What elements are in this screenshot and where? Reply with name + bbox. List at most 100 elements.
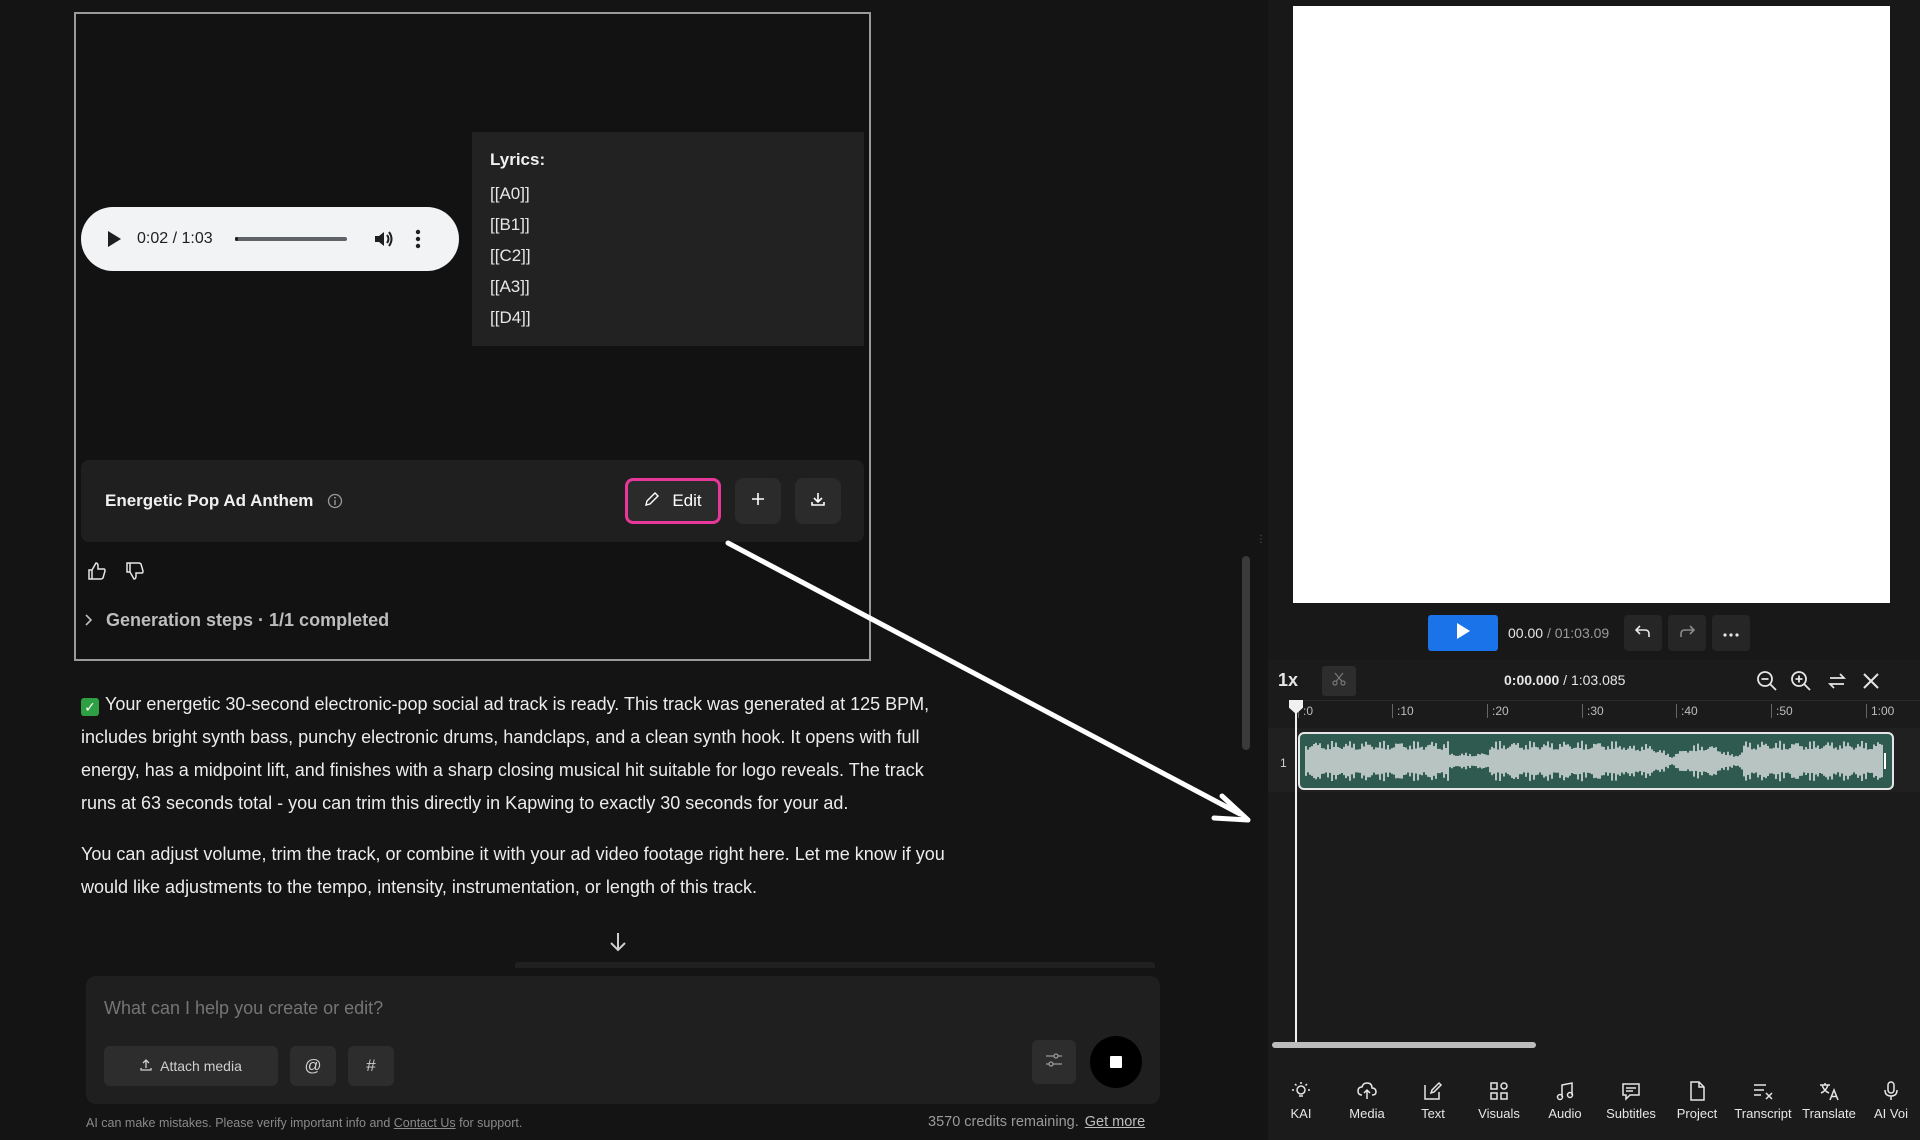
panel-resize-handle[interactable]: ⋮ [1256,534,1266,545]
more-options-button[interactable] [1712,615,1750,651]
transcript-icon [1754,1084,1773,1100]
nav-label: Media [1349,1106,1385,1121]
nav-transcript[interactable]: Transcript [1730,1070,1796,1140]
zoom-in-icon[interactable] [1788,668,1814,694]
timeline-time: 0:00.000 / 1:03.085 [1504,672,1625,688]
volume-icon[interactable] [373,228,395,250]
play-icon [1455,622,1471,645]
shapes-icon [1490,1082,1508,1100]
chevron-right-icon [84,610,94,631]
undo-icon [1634,624,1651,643]
track-title: Energetic Pop Ad Anthem [105,491,314,510]
download-icon [810,491,826,512]
lyric-line: [[B1]] [490,215,530,234]
nav-ai-voice[interactable]: AI Voi [1862,1070,1920,1140]
nav-subtitles[interactable]: Subtitles [1598,1070,1664,1140]
nav-kai[interactable]: KAI [1268,1070,1334,1140]
add-button[interactable] [735,478,781,524]
info-icon[interactable] [327,493,343,509]
swap-icon[interactable] [1824,668,1850,694]
thumbs-up-icon[interactable] [87,561,107,586]
disclaimer-text: AI can make mistakes. Please verify impo… [86,1116,394,1130]
close-icon[interactable] [1858,668,1884,694]
video-editor-panel: 00.00 / 01:03.09 1x 0:00.000 / 1:03.085 … [1268,0,1920,1140]
editor-toolbar: KAI Media Text Visuals Audio Subtitles P… [1268,1070,1920,1140]
track-number: 1 [1280,756,1287,770]
ruler-tick: :40 [1676,704,1698,718]
audio-seek-fill [234,237,238,241]
lightbulb-icon [1292,1082,1310,1097]
chat-panel: 0:02 / 1:03 Lyrics: [[A0]] [[B1]] [[C2]]… [0,0,1268,1140]
ruler-tick: :10 [1392,704,1414,718]
nav-audio[interactable]: Audio [1532,1070,1598,1140]
sliders-icon [1045,1052,1063,1073]
thumbs-down-icon[interactable] [125,561,145,586]
play-icon[interactable] [103,228,125,250]
nav-media[interactable]: Media [1334,1070,1400,1140]
lyric-line: [[A0]] [490,184,530,203]
zoom-out-icon[interactable] [1754,668,1780,694]
ruler-tick: :20 [1487,704,1509,718]
contact-us-link[interactable]: Contact Us [394,1116,456,1130]
ruler-tick: 1:00 [1866,704,1894,718]
disclaimer: AI can make mistakes. Please verify impo… [86,1116,522,1130]
stop-button[interactable] [1090,1036,1142,1088]
document-icon [1690,1081,1705,1101]
nav-label: Subtitles [1606,1106,1656,1121]
canvas-preview[interactable] [1293,6,1890,603]
clip-trim-handle[interactable] [1884,753,1886,769]
message-paragraph: ✓ Your energetic 30-second electronic-pop… [81,688,951,820]
attach-media-button[interactable]: Attach media [104,1046,278,1086]
play-button[interactable] [1428,615,1498,651]
audio-player[interactable]: 0:02 / 1:03 [81,207,459,271]
nav-translate[interactable]: Translate [1796,1070,1862,1140]
redo-button[interactable] [1668,615,1706,651]
lyrics-panel: Lyrics: [[A0]] [[B1]] [[C2]] [[A3]] [[D4… [472,132,864,346]
translate-icon [1820,1083,1839,1101]
lyric-line: [[A3]] [490,277,530,296]
cloud-upload-icon [1357,1082,1377,1099]
nav-label: Text [1421,1106,1445,1121]
mention-button[interactable]: @ [290,1046,336,1086]
scissors-icon [1332,672,1346,691]
current-time: 00.00 [1508,625,1544,641]
timeline-current-time: 0:00.000 [1504,672,1560,688]
track-bar: Energetic Pop Ad Anthem Edit [81,460,864,542]
message-text: Your energetic 30-second electronic-pop … [81,694,930,813]
nav-visuals[interactable]: Visuals [1466,1070,1532,1140]
lyric-line: [[C2]] [490,246,531,265]
timeline-scrollbar[interactable] [1272,1042,1536,1048]
audio-clip[interactable] [1298,732,1894,790]
chat-scrollbar[interactable] [1242,556,1250,750]
audio-seek-bar[interactable] [234,237,347,241]
timeline-header: 1x 0:00.000 / 1:03.085 [1268,660,1920,700]
prompt-input[interactable] [104,994,1004,1022]
speed-selector[interactable]: 1x [1278,670,1298,691]
playhead[interactable] [1295,700,1297,1044]
text-edit-icon [1424,1081,1443,1100]
undo-button[interactable] [1624,615,1662,651]
hashtag-button[interactable]: # [348,1046,394,1086]
message-paragraph: You can adjust volume, trim the track, o… [81,844,945,897]
timeline-total-time: / 1:03.085 [1563,672,1626,688]
split-button[interactable] [1322,666,1356,696]
more-vertical-icon[interactable] [413,228,423,250]
settings-button[interactable] [1032,1040,1076,1084]
audio-time: 0:02 / 1:03 [137,230,213,247]
arrow-down-icon[interactable] [607,930,629,954]
edit-button[interactable]: Edit [625,478,721,524]
attach-media-label: Attach media [160,1058,242,1074]
music-note-icon [1556,1082,1574,1101]
check-icon: ✓ [81,698,99,716]
nav-text[interactable]: Text [1400,1070,1466,1140]
nav-label: Transcript [1734,1106,1792,1121]
upload-icon [140,1058,152,1074]
timeline-ruler[interactable]: :0 :10 :20 :30 :40 :50 1:00 [1294,700,1920,720]
download-button[interactable] [795,478,841,524]
get-more-link[interactable]: Get more [1085,1114,1145,1130]
nav-project[interactable]: Project [1664,1070,1730,1140]
generation-steps-toggle[interactable]: Generation steps · 1/1 completed [84,610,389,631]
pencil-icon [644,491,660,512]
composer-top-edge [515,962,1155,968]
nav-label: AI Voi [1874,1106,1908,1121]
